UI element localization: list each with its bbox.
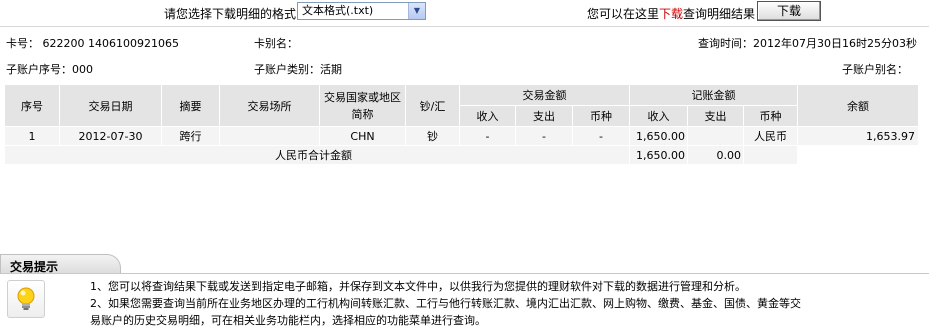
col-balance: 余额	[797, 84, 919, 127]
col-book-currency: 币种	[743, 105, 798, 127]
download-button[interactable]: 下载	[757, 1, 821, 21]
total-balance	[797, 145, 919, 165]
cell-trade-expense: -	[515, 126, 573, 146]
cell-place	[219, 126, 320, 146]
col-book-income: 收入	[629, 105, 688, 127]
total-book-income: 1,650.00	[629, 145, 688, 165]
table-header-row: 序号 交易日期 摘要 交易场所 交易国家或地区简称 钞/汇 交易金额 记账金额 …	[4, 84, 919, 127]
cell-book-expense	[687, 126, 744, 146]
total-book-currency	[743, 145, 798, 165]
card-alias: 卡别名：	[254, 37, 298, 50]
col-summary: 摘要	[161, 84, 220, 127]
format-select[interactable]: 文本格式(.txt) ▼	[297, 2, 426, 20]
sub-account-alias: 子账户别名：	[842, 63, 908, 76]
download-hint-highlight: 下载	[659, 7, 684, 21]
tip-line-3: 易账户的历史交易明细，可在相关业务功能栏内，选择相应的功能菜单进行查询。	[90, 314, 486, 327]
tips-tab: 交易提示	[0, 254, 121, 274]
col-book-expense: 支出	[687, 105, 744, 127]
sub-account-number: 子账户序号：000	[6, 63, 93, 76]
divider	[0, 26, 929, 27]
download-toolbar: 请您选择下载明细的格式 文本格式(.txt) ▼ 您可以在这里下载查询明细结果 …	[0, 0, 929, 25]
col-trade-currency: 币种	[572, 105, 630, 127]
col-country: 交易国家或地区简称	[319, 84, 406, 127]
col-cash: 钞/汇	[405, 84, 460, 127]
col-book-amount: 记账金额	[629, 84, 798, 106]
chevron-down-icon[interactable]: ▼	[408, 3, 425, 19]
cell-cash: 钞	[405, 126, 460, 146]
cell-date: 2012-07-30	[59, 126, 162, 146]
tip-line-1: 1、您可以将查询结果下载或发送到指定电子邮箱，并保存到文本文件中，以供我行为您提…	[90, 280, 746, 293]
col-trade-expense: 支出	[515, 105, 573, 127]
table-total-row: 人民币合计金额 1,650.00 0.00	[4, 145, 919, 165]
col-trade-income: 收入	[459, 105, 516, 127]
query-time: 查询时间：2012年07月30日16时25分03秒	[698, 37, 917, 50]
cell-balance: 1,653.97	[797, 126, 919, 146]
format-select-value: 文本格式(.txt)	[302, 4, 374, 17]
cell-seq: 1	[4, 126, 60, 146]
col-date: 交易日期	[59, 84, 162, 127]
sub-account-type: 子账户类别：活期	[254, 63, 342, 76]
tips-panel: 1、您可以将查询结果下载或发送到指定电子邮箱，并保存到文本文件中，以供我行为您提…	[0, 274, 929, 327]
tip-line-2: 2、如果您需要查询当前所在业务地区办理的工行机构间转账汇款、工行与他行转账汇款、…	[90, 297, 801, 310]
cell-book-currency: 人民币	[743, 126, 798, 146]
cell-summary: 跨行	[161, 126, 220, 146]
download-hint: 您可以在这里下载查询明细结果	[587, 7, 756, 21]
total-book-expense: 0.00	[687, 145, 744, 165]
cell-trade-income: -	[459, 126, 516, 146]
total-label: 人民币合计金额	[4, 145, 630, 165]
card-number: 卡号： 622200 1406100921065	[6, 37, 179, 50]
lightbulb-icon	[7, 280, 45, 318]
table-row: 1 2012-07-30 跨行 CHN 钞 - - - 1,650.00 人民币…	[4, 126, 919, 146]
download-format-prompt: 请您选择下载明细的格式	[164, 7, 297, 21]
cell-country: CHN	[319, 126, 406, 146]
col-trade-amount: 交易金额	[459, 84, 630, 106]
col-seq: 序号	[4, 84, 60, 127]
transaction-table: 序号 交易日期 摘要 交易场所 交易国家或地区简称 钞/汇 交易金额 记账金额 …	[4, 84, 919, 165]
cell-trade-currency: -	[572, 126, 630, 146]
col-place: 交易场所	[219, 84, 320, 127]
cell-book-income: 1,650.00	[629, 126, 688, 146]
